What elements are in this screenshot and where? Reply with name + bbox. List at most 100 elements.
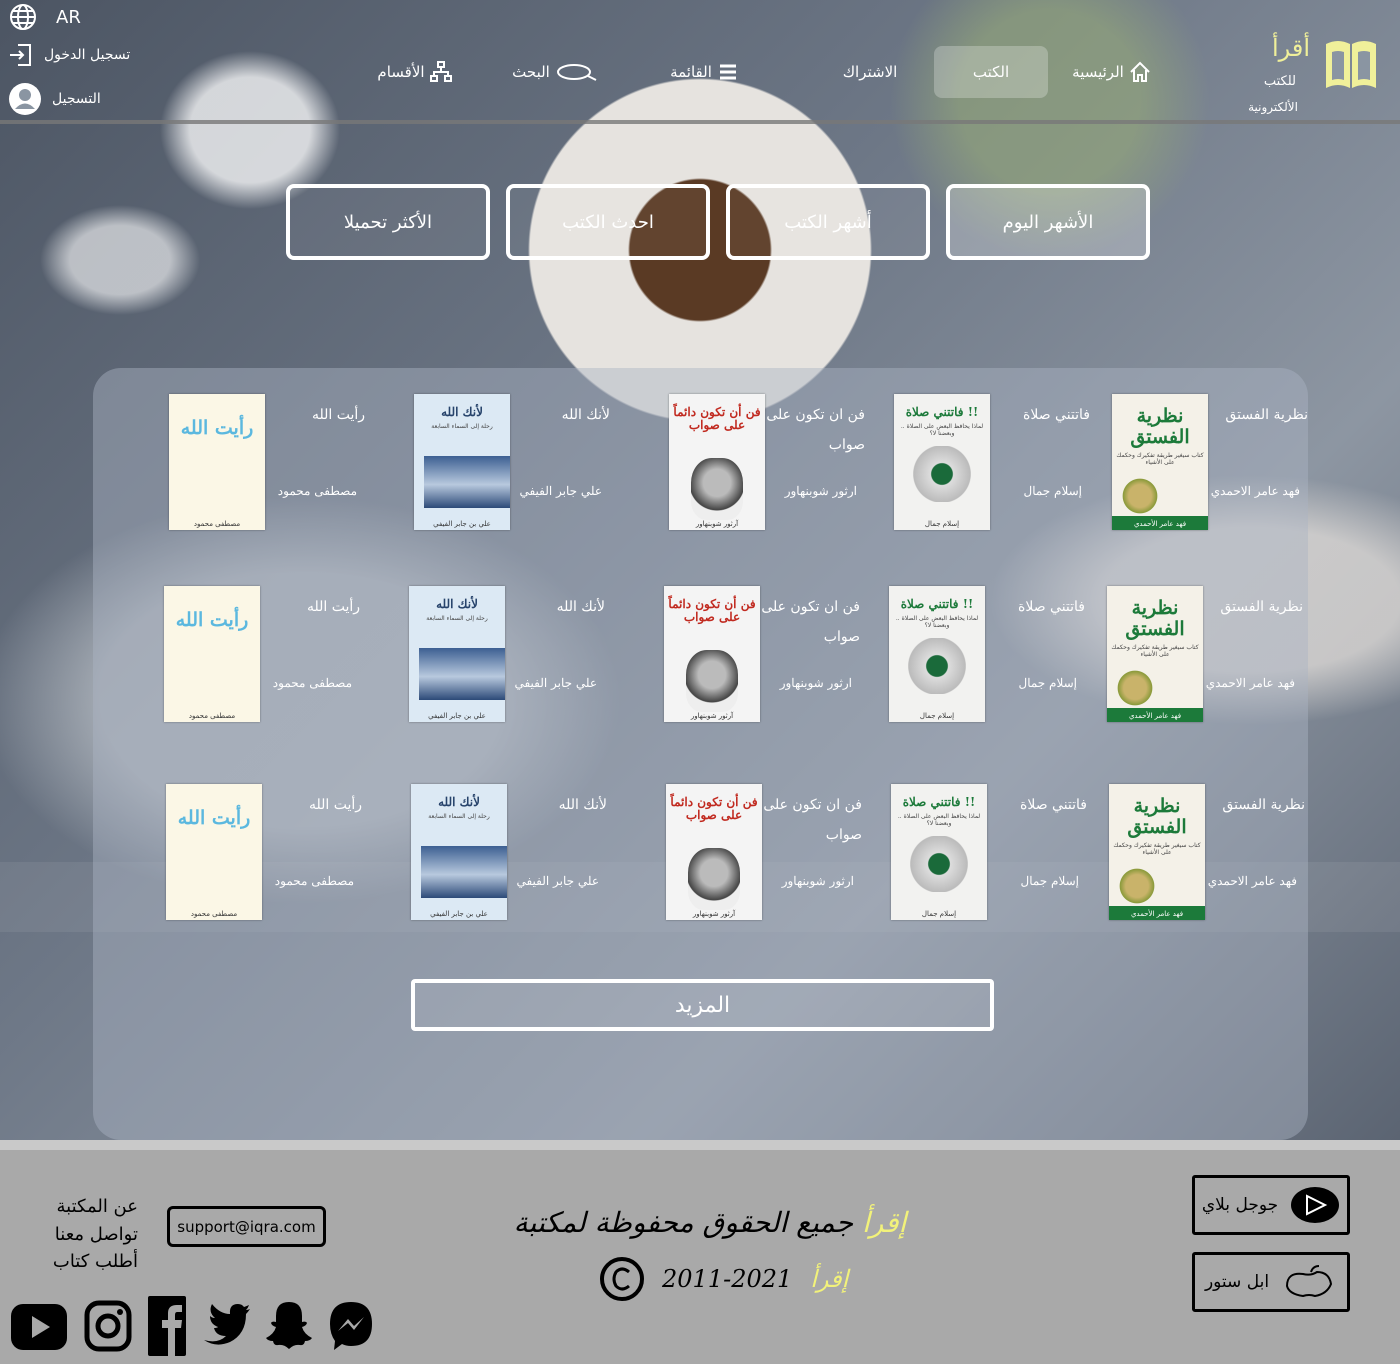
cover-author: علي بن جابر الفيفي	[428, 712, 486, 720]
nav-subscribe[interactable]: الاشتراك	[820, 46, 920, 98]
book-author: ارثور شوبنهاور	[779, 676, 852, 690]
book-title[interactable]: فن ان تكون على صواب	[760, 592, 860, 652]
cover-pistachio-image	[1113, 670, 1157, 706]
footer-link-request-book[interactable]: أطلب كتاب	[53, 1251, 138, 1272]
book-card[interactable]: لأنك الله رحلة إلى السماء السابعة علي بن ج…	[385, 586, 605, 726]
book-card[interactable]: فاتتني صلاة !! لماذا يحافظ البعض على الصل…	[865, 586, 1085, 726]
book-title[interactable]: فن ان تكون على صواب	[762, 790, 862, 850]
book-cover[interactable]: نظرية الفستق كتاب سيغير طريقة تفكيرك وحكم…	[1107, 586, 1203, 722]
messenger-icon[interactable]	[328, 1296, 374, 1356]
nav-books[interactable]: الكتب	[934, 46, 1048, 98]
book-cover[interactable]: لأنك الله رحلة إلى السماء السابعة علي بن ج…	[411, 784, 507, 920]
book-card[interactable]: نظرية الفستق كتاب سيغير طريقة تفكيرك وحكم…	[1083, 586, 1303, 726]
app-store-button[interactable]: ابل ستور	[1192, 1252, 1350, 1312]
footer-link-label: أطلب كتاب	[52, 1251, 138, 1272]
book-cover[interactable]: فن أن تكون دائماً على صواب آرثور شوبنهاور	[664, 586, 760, 722]
tab-most-popular[interactable]: أشهر الكتب	[726, 184, 930, 260]
cover-subtitle	[666, 822, 762, 826]
book-author: فهد عامر الاحمدي	[1207, 874, 1297, 888]
book-card[interactable]: فاتتني صلاة !! لماذا يحافظ البعض على الصل…	[867, 784, 1087, 924]
book-card[interactable]: فن أن تكون دائماً على صواب آرثور شوبنهاور…	[645, 394, 865, 534]
tab-most-downloaded[interactable]: الأكثر تحميلا	[286, 184, 490, 260]
book-card[interactable]: فاتتني صلاة !! لماذا يحافظ البعض على الصل…	[870, 394, 1090, 534]
email-text: support@iqra.com	[177, 1217, 316, 1236]
register-link[interactable]: التسجيل	[8, 82, 101, 116]
book-title[interactable]: لأنك الله	[510, 400, 610, 430]
book-author: علي جابر الفيفي	[519, 484, 602, 498]
cover-subtitle	[166, 829, 262, 833]
instagram-icon[interactable]	[84, 1296, 132, 1356]
cover-title: لأنك الله	[441, 405, 483, 419]
support-email[interactable]: support@iqra.com	[167, 1206, 326, 1247]
nav-menu[interactable]: القائمة	[660, 46, 750, 98]
book-cover[interactable]: رأيت الله مصطفى محمود	[164, 586, 260, 722]
tab-newest[interactable]: احدث الكتب	[506, 184, 710, 260]
book-card[interactable]: فن أن تكون دائماً على صواب آرثور شوبنهاور…	[642, 784, 862, 924]
book-author: فهد عامر الاحمدي	[1210, 484, 1300, 498]
nav-categories[interactable]: الأقسام	[370, 46, 460, 98]
book-title[interactable]: رأيت الله	[265, 400, 365, 430]
login-link[interactable]: تسجيل الدخول	[8, 42, 130, 68]
book-title[interactable]: لأنك الله	[507, 790, 607, 820]
more-button[interactable]: المزيد	[411, 979, 994, 1031]
book-cover[interactable]: نظرية الفستق كتاب سيغير طريقة تفكيرك وحكم…	[1112, 394, 1208, 530]
book-title[interactable]: لأنك الله	[505, 592, 605, 622]
book-card[interactable]: لأنك الله رحلة إلى السماء السابعة علي بن ج…	[390, 394, 610, 534]
book-title[interactable]: رأيت الله	[262, 790, 362, 820]
book-cover[interactable]: فاتتني صلاة !! لماذا يحافظ البعض على الصل…	[889, 586, 985, 722]
globe-icon	[10, 4, 36, 30]
cover-author: فهد عامر الأحمدي	[1133, 520, 1187, 528]
book-title[interactable]: نظرية الفستق	[1203, 592, 1303, 622]
book-card[interactable]: نظرية الفستق كتاب سيغير طريقة تفكيرك وحكم…	[1085, 784, 1305, 924]
book-card[interactable]: رأيت الله مصطفى محمود رأيت الله مصطفى محمود	[142, 784, 362, 924]
book-cover[interactable]: فن أن تكون دائماً على صواب آرثور شوبنهاور	[666, 784, 762, 920]
book-title[interactable]: فاتتني صلاة	[987, 790, 1087, 820]
book-cover[interactable]: فن أن تكون دائماً على صواب آرثور شوبنهاور	[669, 394, 765, 530]
facebook-icon[interactable]	[148, 1296, 186, 1356]
nav-search[interactable]: البحث	[500, 46, 610, 98]
site-header: أقرأ للكتب الألكترونية الرئيسية الكتب ال…	[0, 0, 1400, 124]
book-cover[interactable]: لأنك الله رحلة إلى السماء السابعة علي بن ج…	[409, 586, 505, 722]
book-cover[interactable]: نظرية الفستق كتاب سيغير طريقة تفكيرك وحكم…	[1109, 784, 1205, 920]
nav-books-label: الكتب	[972, 63, 1010, 81]
book-cover[interactable]: رأيت الله مصطفى محمود	[169, 394, 265, 530]
book-author: علي جابر الفيفي	[514, 676, 597, 690]
google-play-button[interactable]: جوجل بلاي	[1192, 1175, 1350, 1235]
language-switcher[interactable]: AR	[8, 2, 81, 32]
home-icon	[1130, 61, 1150, 82]
cover-author: مصطفى محمود	[190, 910, 238, 918]
book-title[interactable]: فن ان تكون على صواب	[765, 400, 865, 460]
book-author: إسلام جمال	[1018, 676, 1077, 690]
nav-home[interactable]: الرئيسية	[1072, 46, 1152, 98]
footer-link-about[interactable]: عن المكتبة	[56, 1196, 138, 1217]
cover-subtitle	[169, 439, 265, 443]
book-title[interactable]: نظرية الفستق	[1205, 790, 1305, 820]
book-card[interactable]: رأيت الله مصطفى محمود رأيت الله مصطفى محمود	[140, 586, 360, 726]
book-card[interactable]: فن أن تكون دائماً على صواب آرثور شوبنهاور…	[640, 586, 860, 726]
book-author: مصطفى محمود	[272, 676, 352, 690]
snapchat-icon[interactable]	[264, 1296, 314, 1356]
cover-author: علي بن جابر الفيفي	[430, 910, 488, 918]
youtube-icon[interactable]	[10, 1296, 68, 1356]
cover-subtitle: لماذا يحافظ البعض على الصلاة .. وبعضنا ل…	[895, 615, 979, 630]
logo[interactable]: أقرأ للكتب الألكترونية	[1248, 34, 1380, 124]
google-play-label: جوجل بلاي	[1201, 1195, 1279, 1215]
copyright-icon	[600, 1257, 644, 1301]
twitter-icon[interactable]	[202, 1296, 250, 1356]
book-cover[interactable]: لأنك الله رحلة إلى السماء السابعة علي بن ج…	[414, 394, 510, 530]
book-cover[interactable]: رأيت الله مصطفى محمود	[166, 784, 262, 920]
book-card[interactable]: لأنك الله رحلة إلى السماء السابعة علي بن ج…	[387, 784, 607, 924]
footer-link-contact[interactable]: تواصل معنا	[55, 1224, 138, 1245]
book-title[interactable]: رأيت الله	[260, 592, 360, 622]
book-title[interactable]: نظرية الفستق	[1208, 400, 1308, 430]
book-cover[interactable]: فاتتني صلاة !! لماذا يحافظ البعض على الصل…	[891, 784, 987, 920]
tab-popular-today[interactable]: الأشهر اليوم	[946, 184, 1150, 260]
copyright-brand: إقرأ	[861, 1206, 907, 1239]
book-card[interactable]: رأيت الله مصطفى محمود رأيت الله مصطفى محمود	[145, 394, 365, 534]
book-title[interactable]: فاتتني صلاة	[985, 592, 1085, 622]
book-cover[interactable]: فاتتني صلاة !! لماذا يحافظ البعض على الصل…	[894, 394, 990, 530]
menu-icon	[719, 64, 736, 80]
book-card[interactable]: نظرية الفستق كتاب سيغير طريقة تفكيرك وحكم…	[1088, 394, 1308, 534]
book-title[interactable]: فاتتني صلاة	[990, 400, 1090, 430]
cover-title: فن أن تكون دائماً على صواب	[668, 597, 756, 625]
